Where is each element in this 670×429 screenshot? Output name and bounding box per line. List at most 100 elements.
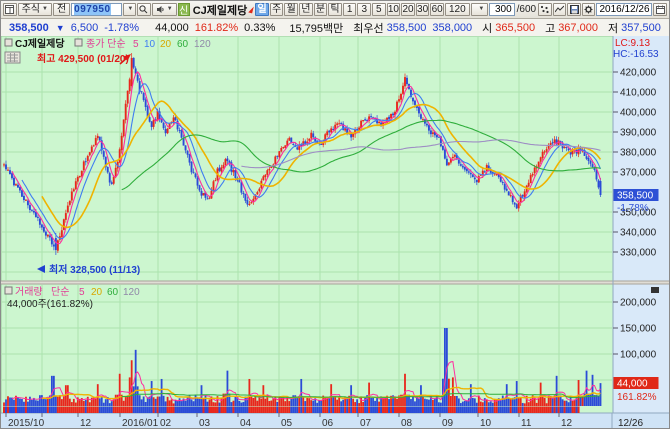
color-stripe-layer [3, 407, 580, 414]
stock-code-input[interactable]: 097950 [71, 3, 121, 16]
volume-axis-label: 150,000 [620, 324, 657, 335]
gear-glyph-icon [584, 5, 593, 14]
code-dropdown-button[interactable]: ▼ [123, 3, 137, 16]
minute-button-3[interactable]: 3 [357, 3, 371, 16]
current-price: 358,500 [9, 22, 49, 34]
chevron-down-icon: ▼ [42, 4, 48, 15]
tab-day[interactable]: 일 [255, 3, 269, 16]
bar-count-input[interactable]: 300 [489, 3, 514, 16]
chart-area[interactable]: 2015/10122016/01020304050607080910111242… [1, 36, 670, 429]
price-axis-label: 370,000 [620, 168, 657, 179]
compare-icon[interactable] [538, 3, 552, 16]
speaker-icon[interactable]: ▼ [152, 3, 177, 16]
volume-axis-label: 200,000 [620, 298, 657, 309]
x-axis-label: 2016/01 [122, 418, 159, 429]
vol-ma5-legend: 5 [79, 287, 85, 298]
x-axis-label: 10 [480, 418, 492, 429]
low-label: 저 [608, 20, 618, 36]
volume-tag-text: 44,000 [617, 379, 648, 390]
speaker-glyph-icon [156, 5, 165, 14]
chart-canvas[interactable]: 2015/10122016/01020304050607080910111242… [1, 36, 670, 429]
price-axis-label: 380,000 [620, 148, 657, 159]
custom-minute-select[interactable]: ▼ [471, 3, 489, 16]
window-icon[interactable] [3, 3, 17, 16]
asset-type-select[interactable]: 주식 ▼ [18, 3, 52, 16]
save-icon[interactable] [567, 3, 581, 16]
minute-button-1[interactable]: 1 [343, 3, 357, 16]
polyline-glyph-icon [555, 5, 564, 14]
price-change-pct: -1.78% [104, 22, 139, 34]
minute-button-30[interactable]: 30 [416, 3, 430, 16]
best-quote-label: 최우선 [353, 20, 383, 36]
open-price: 365,500 [495, 22, 535, 34]
prev-stock-button[interactable]: 전 [53, 3, 70, 16]
tab-week[interactable]: 주 [270, 3, 284, 16]
minute-button-120[interactable]: 120 [445, 3, 470, 16]
calendar-glyph-icon [656, 5, 665, 14]
bar-count-value: 300 [495, 4, 512, 15]
price-panel-checkbox[interactable] [5, 39, 12, 46]
x-axis-label: 02 [160, 418, 172, 429]
high-price: 367,000 [558, 22, 598, 34]
lc-readout: LC:9.13 [615, 38, 650, 49]
minute-button-5[interactable]: 5 [372, 3, 386, 16]
minute-button-20[interactable]: 20 [401, 3, 415, 16]
settings-gear-icon[interactable] [582, 3, 596, 16]
best-bid: 358,000 [432, 22, 472, 34]
price-axis-label: 340,000 [620, 228, 657, 239]
turnover-ratio: 0.33% [244, 22, 275, 34]
stock-code-value: 097950 [74, 4, 110, 15]
volume-current-text: 44,000주(161.82%) [7, 299, 93, 310]
x-axis-label: 09 [442, 418, 454, 429]
price-axis-label: 410,000 [620, 88, 657, 99]
main-toolbar: 주식 ▼ 전 097950 ▼ ▼ 신 CJ제일제당 일 주 월 년 분 틱 1… [1, 1, 669, 19]
ma20-legend: 20 [160, 39, 172, 50]
x-axis-label: 07 [360, 418, 372, 429]
ma-legend-label: 종가 단순 [86, 38, 126, 50]
volume-axis-label: 100,000 [620, 350, 657, 361]
line-chart-icon[interactable] [553, 3, 567, 16]
search-icon[interactable] [137, 3, 151, 16]
price-axis-label: 390,000 [620, 128, 657, 139]
tab-minute[interactable]: 분 [314, 3, 328, 16]
vol-ma120-legend: 120 [123, 287, 140, 298]
volume-panel-title: 거래량 [15, 286, 43, 298]
ma5-legend: 5 [133, 39, 139, 50]
current-price-tag-pct: -1.78% [617, 203, 649, 214]
volume-legend-label: 단순 [51, 286, 69, 298]
tab-year[interactable]: 년 [299, 3, 313, 16]
minute-button-10[interactable]: 10 [387, 3, 401, 16]
new-badge: 신 [178, 3, 190, 16]
date-input[interactable]: 2016/12/26 [596, 3, 652, 16]
ma10-legend: 10 [144, 39, 156, 50]
x-axis-label: 12 [80, 418, 92, 429]
low-annotation: 최저 328,500 (11/13) [49, 263, 140, 276]
high-annotation: 최고 429,500 (01/20) [37, 52, 129, 65]
x-axis-label: 06 [322, 418, 334, 429]
price-axis-label: 400,000 [620, 108, 657, 119]
calendar-icon[interactable] [653, 3, 667, 16]
hc-readout: HC:-16.53 [613, 49, 659, 60]
panel-resize-button[interactable] [651, 287, 659, 293]
current-price-tag-text: 358,500 [617, 191, 654, 202]
chevron-down-icon: ▼ [167, 4, 173, 15]
x-axis-label: 11 [521, 418, 532, 429]
volume-tag-pct: 161.82% [617, 392, 657, 403]
x-axis-label: 04 [240, 418, 252, 429]
trade-value: 15,795백만 [289, 20, 343, 36]
price-axis-label: 330,000 [620, 248, 657, 259]
x-axis-label: 08 [401, 418, 413, 429]
date-value: 2016/12/26 [599, 4, 649, 15]
minute-button-60[interactable]: 60 [430, 3, 444, 16]
down-arrow-icon: ▼ [56, 23, 65, 33]
volume-panel-checkbox[interactable] [5, 287, 12, 294]
volume-value: 44,000 [155, 22, 189, 34]
magnifier-glyph-icon [139, 5, 148, 14]
tab-month[interactable]: 월 [284, 3, 298, 16]
ma-legend-checkbox[interactable] [75, 39, 82, 46]
price-axis-label: 420,000 [620, 68, 657, 79]
price-change: 6,500 [71, 22, 99, 34]
tab-tick[interactable]: 틱 [328, 3, 342, 16]
x-axis-label: 03 [199, 418, 211, 429]
ma120-legend: 120 [194, 39, 211, 50]
